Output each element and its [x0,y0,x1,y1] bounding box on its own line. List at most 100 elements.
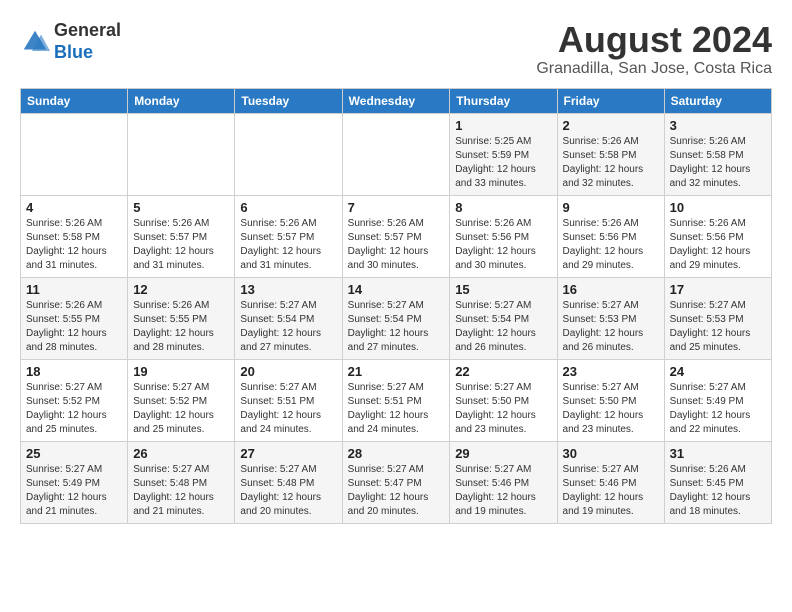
day-info: Sunrise: 5:27 AM Sunset: 5:52 PM Dayligh… [26,381,122,437]
day-info: Sunrise: 5:26 AM Sunset: 5:56 PM Dayligh… [455,217,551,273]
table-row: 4 Sunrise: 5:26 AM Sunset: 5:58 PM Daylig… [21,195,128,277]
logo-text: General Blue [54,20,121,63]
day-number: 30 [563,446,659,461]
day-info: Sunrise: 5:27 AM Sunset: 5:53 PM Dayligh… [670,299,766,355]
table-row: 8 Sunrise: 5:26 AM Sunset: 5:56 PM Daylig… [450,195,557,277]
day-info: Sunrise: 5:27 AM Sunset: 5:46 PM Dayligh… [563,463,659,519]
day-number: 5 [133,200,229,215]
logo: General Blue [20,20,121,63]
day-number: 27 [240,446,336,461]
table-row: 1 Sunrise: 5:25 AM Sunset: 5:59 PM Daylig… [450,113,557,195]
location: Granadilla, San Jose, Costa Rica [536,60,772,78]
day-info: Sunrise: 5:27 AM Sunset: 5:53 PM Dayligh… [563,299,659,355]
table-row [235,113,342,195]
day-number: 3 [670,118,766,133]
title-block: August 2024 Granadilla, San Jose, Costa … [536,20,772,78]
day-number: 12 [133,282,229,297]
day-number: 15 [455,282,551,297]
table-row: 31 Sunrise: 5:26 AM Sunset: 5:45 PM Dayli… [664,441,771,523]
calendar-week-row: 18 Sunrise: 5:27 AM Sunset: 5:52 PM Dayli… [21,359,772,441]
day-number: 26 [133,446,229,461]
day-info: Sunrise: 5:26 AM Sunset: 5:58 PM Dayligh… [563,135,659,191]
day-number: 20 [240,364,336,379]
day-info: Sunrise: 5:27 AM Sunset: 5:52 PM Dayligh… [133,381,229,437]
day-number: 9 [563,200,659,215]
day-number: 19 [133,364,229,379]
table-row: 15Sunrise: 5:27 AM Sunset: 5:54 PM Dayli… [450,277,557,359]
day-info: Sunrise: 5:27 AM Sunset: 5:54 PM Dayligh… [240,299,336,355]
table-row: 24 Sunrise: 5:27 AM Sunset: 5:49 PM Dayli… [664,359,771,441]
day-info: Sunrise: 5:26 AM Sunset: 5:55 PM Dayligh… [26,299,122,355]
table-row: 17 Sunrise: 5:27 AM Sunset: 5:53 PM Dayli… [664,277,771,359]
logo-blue: Blue [54,42,121,64]
day-info: Sunrise: 5:27 AM Sunset: 5:48 PM Dayligh… [240,463,336,519]
day-info: Sunrise: 5:26 AM Sunset: 5:56 PM Dayligh… [563,217,659,273]
day-number: 17 [670,282,766,297]
day-info: Sunrise: 5:25 AM Sunset: 5:59 PM Dayligh… [455,135,551,191]
day-number: 28 [348,446,445,461]
day-number: 13 [240,282,336,297]
day-info: Sunrise: 5:26 AM Sunset: 5:57 PM Dayligh… [348,217,445,273]
day-number: 10 [670,200,766,215]
table-row: 14Sunrise: 5:27 AM Sunset: 5:54 PM Dayli… [342,277,450,359]
day-number: 31 [670,446,766,461]
table-row: 25Sunrise: 5:27 AM Sunset: 5:49 PM Dayli… [21,441,128,523]
day-info: Sunrise: 5:27 AM Sunset: 5:54 PM Dayligh… [348,299,445,355]
day-number: 24 [670,364,766,379]
table-row: 3 Sunrise: 5:26 AM Sunset: 5:58 PM Daylig… [664,113,771,195]
calendar-week-row: 1 Sunrise: 5:25 AM Sunset: 5:59 PM Daylig… [21,113,772,195]
page-header: General Blue August 2024 Granadilla, San… [20,20,772,78]
day-info: Sunrise: 5:26 AM Sunset: 5:58 PM Dayligh… [670,135,766,191]
table-row: 18 Sunrise: 5:27 AM Sunset: 5:52 PM Dayli… [21,359,128,441]
day-number: 6 [240,200,336,215]
table-row [342,113,450,195]
day-info: Sunrise: 5:27 AM Sunset: 5:50 PM Dayligh… [563,381,659,437]
day-number: 1 [455,118,551,133]
calendar-week-row: 4 Sunrise: 5:26 AM Sunset: 5:58 PM Daylig… [21,195,772,277]
table-row: 9 Sunrise: 5:26 AM Sunset: 5:56 PM Daylig… [557,195,664,277]
calendar-week-row: 11Sunrise: 5:26 AM Sunset: 5:55 PM Dayli… [21,277,772,359]
day-number: 18 [26,364,122,379]
day-number: 4 [26,200,122,215]
table-row: 30 Sunrise: 5:27 AM Sunset: 5:46 PM Dayli… [557,441,664,523]
day-info: Sunrise: 5:26 AM Sunset: 5:56 PM Dayligh… [670,217,766,273]
table-row: 16 Sunrise: 5:27 AM Sunset: 5:53 PM Dayli… [557,277,664,359]
table-row: 11Sunrise: 5:26 AM Sunset: 5:55 PM Dayli… [21,277,128,359]
table-row: 21 Sunrise: 5:27 AM Sunset: 5:51 PM Dayli… [342,359,450,441]
table-row: 7 Sunrise: 5:26 AM Sunset: 5:57 PM Daylig… [342,195,450,277]
day-info: Sunrise: 5:27 AM Sunset: 5:46 PM Dayligh… [455,463,551,519]
day-number: 8 [455,200,551,215]
day-info: Sunrise: 5:26 AM Sunset: 5:57 PM Dayligh… [133,217,229,273]
day-number: 16 [563,282,659,297]
day-info: Sunrise: 5:26 AM Sunset: 5:45 PM Dayligh… [670,463,766,519]
day-number: 21 [348,364,445,379]
day-info: Sunrise: 5:27 AM Sunset: 5:51 PM Dayligh… [348,381,445,437]
day-info: Sunrise: 5:27 AM Sunset: 5:49 PM Dayligh… [670,381,766,437]
day-info: Sunrise: 5:27 AM Sunset: 5:50 PM Dayligh… [455,381,551,437]
col-friday: Friday [557,88,664,113]
col-wednesday: Wednesday [342,88,450,113]
col-thursday: Thursday [450,88,557,113]
day-info: Sunrise: 5:26 AM Sunset: 5:55 PM Dayligh… [133,299,229,355]
table-row: 10 Sunrise: 5:26 AM Sunset: 5:56 PM Dayli… [664,195,771,277]
table-row [21,113,128,195]
day-number: 22 [455,364,551,379]
table-row: 20Sunrise: 5:27 AM Sunset: 5:51 PM Dayli… [235,359,342,441]
table-row: 13 Sunrise: 5:27 AM Sunset: 5:54 PM Dayli… [235,277,342,359]
table-row: 28 Sunrise: 5:27 AM Sunset: 5:47 PM Dayli… [342,441,450,523]
table-row: 2Sunrise: 5:26 AM Sunset: 5:58 PM Daylig… [557,113,664,195]
day-number: 29 [455,446,551,461]
calendar-header-row: Sunday Monday Tuesday Wednesday Thursday… [21,88,772,113]
day-number: 25 [26,446,122,461]
calendar-week-row: 25Sunrise: 5:27 AM Sunset: 5:49 PM Dayli… [21,441,772,523]
day-number: 7 [348,200,445,215]
day-info: Sunrise: 5:27 AM Sunset: 5:47 PM Dayligh… [348,463,445,519]
month-title: August 2024 [536,20,772,60]
col-tuesday: Tuesday [235,88,342,113]
table-row: 26Sunrise: 5:27 AM Sunset: 5:48 PM Dayli… [128,441,235,523]
col-monday: Monday [128,88,235,113]
day-info: Sunrise: 5:26 AM Sunset: 5:57 PM Dayligh… [240,217,336,273]
table-row: 5 Sunrise: 5:26 AM Sunset: 5:57 PM Daylig… [128,195,235,277]
day-info: Sunrise: 5:26 AM Sunset: 5:58 PM Dayligh… [26,217,122,273]
table-row: 23Sunrise: 5:27 AM Sunset: 5:50 PM Dayli… [557,359,664,441]
